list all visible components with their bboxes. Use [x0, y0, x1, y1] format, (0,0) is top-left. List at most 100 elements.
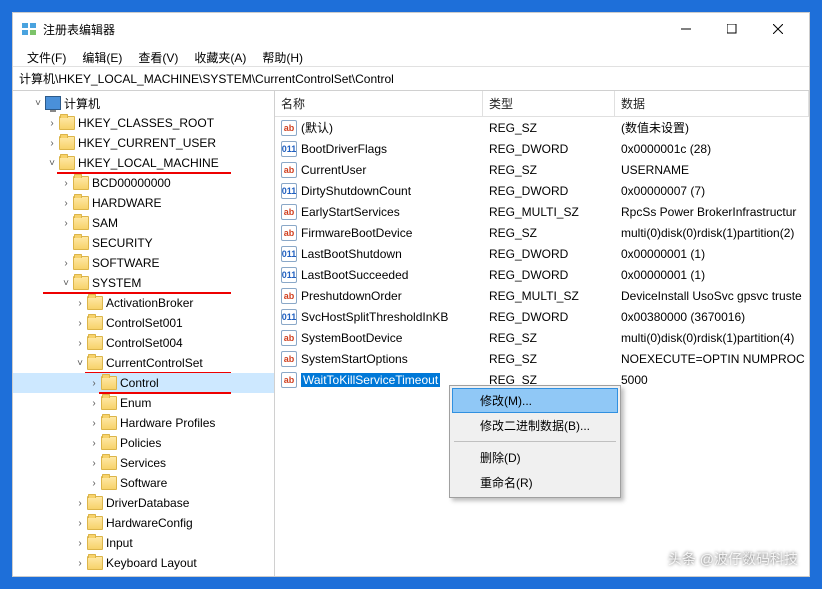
chevron-right-icon[interactable]: › [73, 318, 87, 329]
cm-rename[interactable]: 重命名(R) [452, 470, 618, 495]
tree-currentcontrolset[interactable]: ˅CurrentControlSet [13, 353, 274, 373]
tree-services[interactable]: ›Services [13, 453, 274, 473]
chevron-down-icon[interactable]: ˅ [31, 98, 45, 109]
watermark: 头条 @波仔数码科技 [668, 549, 798, 569]
tree-bcd[interactable]: ›BCD00000000 [13, 173, 274, 193]
tree-activationbroker[interactable]: ›ActivationBroker [13, 293, 274, 313]
cm-modify-binary[interactable]: 修改二进制数据(B)... [452, 413, 618, 438]
chevron-down-icon[interactable]: ˅ [59, 278, 73, 289]
col-name[interactable]: 名称 [275, 91, 483, 116]
chevron-right-icon[interactable]: › [87, 418, 101, 429]
titlebar[interactable]: 注册表编辑器 [13, 13, 809, 45]
chevron-right-icon[interactable]: › [73, 558, 87, 569]
tree-hardwareconfig[interactable]: ›HardwareConfig [13, 513, 274, 533]
tree-hkcr[interactable]: ›HKEY_CLASSES_ROOT [13, 113, 274, 133]
list-row[interactable]: abCurrentUserREG_SZUSERNAME [275, 159, 809, 180]
address-bar[interactable]: 计算机\HKEY_LOCAL_MACHINE\SYSTEM\CurrentCon… [13, 67, 809, 91]
value-name: PreshutdownOrder [301, 289, 402, 303]
maximize-button[interactable] [709, 15, 755, 43]
menu-help[interactable]: 帮助(H) [254, 47, 311, 64]
value-type: REG_SZ [483, 352, 615, 366]
folder-icon [101, 376, 117, 390]
tree-controlset001[interactable]: ›ControlSet001 [13, 313, 274, 333]
menu-view[interactable]: 查看(V) [130, 47, 186, 64]
chevron-right-icon[interactable]: › [73, 518, 87, 529]
value-list[interactable]: 名称 类型 数据 ab(默认)REG_SZ(数值未设置)011BootDrive… [275, 91, 809, 576]
col-type[interactable]: 类型 [483, 91, 615, 116]
tree-input[interactable]: ›Input [13, 533, 274, 553]
list-row[interactable]: 011DirtyShutdownCountREG_DWORD0x00000007… [275, 180, 809, 201]
list-row[interactable]: abSystemStartOptionsREG_SZ NOEXECUTE=OPT… [275, 348, 809, 369]
menu-edit[interactable]: 编辑(E) [74, 47, 130, 64]
menu-file[interactable]: 文件(F) [19, 47, 74, 64]
folder-icon [87, 536, 103, 550]
folder-icon [73, 176, 89, 190]
minimize-button[interactable] [663, 15, 709, 43]
list-row[interactable]: abPreshutdownOrderREG_MULTI_SZDeviceInst… [275, 285, 809, 306]
value-name: BootDriverFlags [301, 142, 387, 156]
value-name: WaitToKillServiceTimeout [301, 373, 440, 387]
chevron-right-icon[interactable]: › [45, 138, 59, 149]
value-type: REG_SZ [483, 331, 615, 345]
chevron-right-icon[interactable]: › [73, 498, 87, 509]
chevron-right-icon[interactable]: › [73, 298, 87, 309]
list-row[interactable]: ab(默认)REG_SZ(数值未设置) [275, 117, 809, 138]
cm-delete[interactable]: 删除(D) [452, 445, 618, 470]
list-row[interactable]: abFirmwareBootDeviceREG_SZmulti(0)disk(0… [275, 222, 809, 243]
folder-icon [73, 216, 89, 230]
tree-hklm[interactable]: ˅HKEY_LOCAL_MACHINE [13, 153, 274, 173]
chevron-right-icon[interactable]: › [87, 458, 101, 469]
tree-root[interactable]: ˅计算机 [13, 93, 274, 113]
tree-enum[interactable]: ›Enum [13, 393, 274, 413]
menu-favorites[interactable]: 收藏夹(A) [186, 47, 254, 64]
tree-hardwareprofiles[interactable]: ›Hardware Profiles [13, 413, 274, 433]
value-type: REG_MULTI_SZ [483, 289, 615, 303]
chevron-right-icon[interactable]: › [59, 198, 73, 209]
chevron-down-icon[interactable]: ˅ [45, 158, 59, 169]
tree-keyboardlayout[interactable]: ›Keyboard Layout [13, 553, 274, 573]
value-name: SvcHostSplitThresholdInKB [301, 310, 448, 324]
chevron-right-icon[interactable]: › [59, 258, 73, 269]
folder-icon [73, 236, 89, 250]
list-row[interactable]: 011LastBootShutdownREG_DWORD0x00000001 (… [275, 243, 809, 264]
value-data: 0x0000001c (28) [615, 142, 809, 156]
value-data: RpcSs Power BrokerInfrastructur [615, 205, 809, 219]
chevron-right-icon[interactable]: › [87, 478, 101, 489]
chevron-right-icon[interactable]: › [59, 218, 73, 229]
col-data[interactable]: 数据 [615, 91, 809, 116]
close-button[interactable] [755, 15, 801, 43]
tree-control[interactable]: ›Control [13, 373, 274, 393]
tree-hardware[interactable]: ›HARDWARE [13, 193, 274, 213]
tree-system[interactable]: ˅SYSTEM [13, 273, 274, 293]
tree-sam[interactable]: ›SAM [13, 213, 274, 233]
tree-driverdatabase[interactable]: ›DriverDatabase [13, 493, 274, 513]
chevron-right-icon[interactable]: › [87, 438, 101, 449]
folder-icon [87, 496, 103, 510]
value-type: REG_DWORD [483, 268, 615, 282]
value-name: (默认) [301, 119, 333, 136]
tree-policies[interactable]: ›Policies [13, 433, 274, 453]
list-row[interactable]: abEarlyStartServicesREG_MULTI_SZRpcSs Po… [275, 201, 809, 222]
value-name: SystemStartOptions [301, 352, 408, 366]
list-row[interactable]: abSystemBootDeviceREG_SZmulti(0)disk(0)r… [275, 327, 809, 348]
chevron-right-icon[interactable]: › [59, 178, 73, 189]
cm-modify[interactable]: 修改(M)... [452, 388, 618, 413]
tree-software[interactable]: ›SOFTWARE [13, 253, 274, 273]
chevron-right-icon[interactable]: › [87, 378, 101, 389]
list-row[interactable]: 011LastBootSucceededREG_DWORD0x00000001 … [275, 264, 809, 285]
tree-view[interactable]: ˅计算机 ›HKEY_CLASSES_ROOT ›HKEY_CURRENT_US… [13, 91, 275, 576]
tree-security[interactable]: SECURITY [13, 233, 274, 253]
chevron-right-icon[interactable]: › [73, 338, 87, 349]
chevron-down-icon[interactable]: ˅ [73, 358, 87, 369]
value-type: REG_SZ [483, 121, 615, 135]
chevron-right-icon[interactable]: › [45, 118, 59, 129]
value-name: DirtyShutdownCount [301, 184, 411, 198]
chevron-right-icon[interactable]: › [87, 398, 101, 409]
tree-software2[interactable]: ›Software [13, 473, 274, 493]
tree-hkcu[interactable]: ›HKEY_CURRENT_USER [13, 133, 274, 153]
list-row[interactable]: 011SvcHostSplitThresholdInKBREG_DWORD0x0… [275, 306, 809, 327]
chevron-right-icon[interactable]: › [73, 538, 87, 549]
tree-controlset004[interactable]: ›ControlSet004 [13, 333, 274, 353]
value-type: REG_DWORD [483, 142, 615, 156]
list-row[interactable]: 011BootDriverFlagsREG_DWORD0x0000001c (2… [275, 138, 809, 159]
